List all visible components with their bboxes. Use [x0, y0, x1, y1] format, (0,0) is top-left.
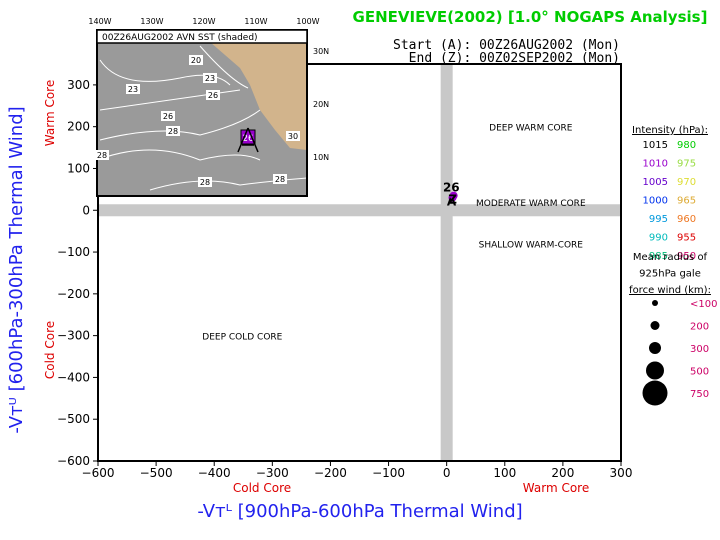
legend-radius-title: force wind (km): [629, 285, 711, 296]
legend-radius-dot [642, 380, 668, 406]
end-label: End (Z): 00Z02SEP2002 (Mon) [409, 51, 620, 66]
quadrant-label: DEEP WARM CORE [489, 124, 573, 134]
x-tick-label: 0 [443, 466, 451, 480]
y-tick-label: 0 [82, 203, 90, 217]
y-tick-label: 100 [67, 161, 90, 175]
x-tick-label: 200 [551, 466, 574, 480]
y-tick-label: −100 [57, 245, 90, 259]
inset-lon-label: 130W [140, 17, 163, 26]
point-label-Z: Z [448, 193, 457, 207]
legend-intensity-value: 1005 [643, 177, 668, 188]
y-tick-label: −200 [57, 287, 90, 301]
y-tick-label: −500 [57, 412, 90, 426]
inset-contour-label: 26 [163, 112, 173, 121]
legend-intensity-value: 1000 [643, 196, 668, 207]
x-tick-label: −600 [82, 466, 115, 480]
legend-intensity-value: 960 [677, 214, 696, 225]
x-warm-core-label: Warm Core [523, 481, 589, 495]
inset-lat-label: 30N [313, 47, 329, 56]
x-tick-label: −100 [372, 466, 405, 480]
legend-intensity-value: 970 [677, 177, 696, 188]
inset-contour-label: 23 [128, 85, 138, 94]
quadrant-label: DEEP COLD CORE [202, 333, 282, 343]
inset-contour-label: 26 [208, 91, 218, 100]
x-cold-core-label: Cold Core [233, 481, 291, 495]
legend-intensity-value: 975 [677, 159, 696, 170]
inset-lon-label: 110W [244, 17, 267, 26]
y-axis-title: -Vᴛᵁ [600hPa-300hPa Thermal Wind] [6, 106, 27, 433]
y-tick-label: 300 [67, 78, 90, 92]
inset-lon-label: 120W [192, 17, 215, 26]
quadrant-label: SHALLOW WARM-CORE [479, 241, 584, 251]
legend-radius-title: Mean radius of [633, 252, 708, 263]
y-tick-label: −600 [57, 454, 90, 468]
x-tick-label: 300 [610, 466, 633, 480]
inset-contour-label: 28 [275, 175, 285, 184]
inset-contour-label: 23 [205, 74, 215, 83]
legend-intensity-value: 995 [649, 214, 668, 225]
legend-intensity-value: 980 [677, 140, 696, 151]
inset-contour-label: 30 [288, 132, 298, 141]
legend-intensity-value: 965 [677, 196, 696, 207]
zero-band-vertical [440, 64, 453, 461]
legend-radius-dot [650, 321, 660, 330]
inset-lat-label: 20N [313, 100, 329, 109]
chart-title: GENEVIEVE(2002) [1.0° NOGAPS Analysis] [353, 8, 708, 26]
y-warm-core-label: Warm Core [43, 80, 57, 146]
legend-radius-label: <100 [690, 299, 717, 310]
y-tick-label: 200 [67, 120, 90, 134]
y-tick-label: −300 [57, 329, 90, 343]
y-cold-core-label: Cold Core [43, 321, 57, 379]
inset-contour-label: 20 [191, 56, 201, 65]
legend-radius-label: 200 [690, 322, 709, 333]
legend-intensity-value: 955 [677, 233, 696, 244]
x-axis-title: -Vᴛᴸ [900hPa-600hPa Thermal Wind] [197, 501, 522, 522]
inset-contour-label: 28 [200, 178, 210, 187]
legend-radius-title: 925hPa gale [639, 269, 701, 280]
legend-intensity-value: 1015 [643, 140, 668, 151]
legend-intensity-value: 1010 [643, 159, 668, 170]
x-tick-label: −500 [140, 466, 173, 480]
x-tick-label: −400 [198, 466, 231, 480]
inset-title: 00Z26AUG2002 AVN SST (shaded) [102, 33, 258, 43]
legend-intensity-title: Intensity (hPa): [632, 125, 708, 136]
legend-radius-dot [652, 300, 658, 306]
legend-radius-label: 300 [690, 344, 709, 355]
legend-radius-dot [646, 361, 664, 380]
cyclone-phase-chart: −600 −500 −400 −300 −200 −100 0 100 200 300−600−5… [6, 8, 717, 522]
legend-radius-label: 500 [690, 367, 709, 378]
legend-intensity-value: 990 [649, 233, 668, 244]
x-tick-label: −300 [256, 466, 289, 480]
y-tick-label: −400 [57, 370, 90, 384]
inset-lon-label: 140W [88, 17, 111, 26]
inset-lon-label: 100W [296, 17, 319, 26]
legend-radius-label: 750 [690, 389, 709, 400]
legend-radius-dot [649, 342, 661, 354]
point-date-label: 26 [443, 180, 460, 194]
inset-contour-label: 28 [97, 151, 107, 160]
x-tick-label: −200 [314, 466, 347, 480]
quadrant-label: MODERATE WARM CORE [476, 199, 586, 209]
inset-contour-label: 28 [168, 127, 178, 136]
inset-lat-label: 10N [313, 153, 329, 162]
x-tick-label: 100 [493, 466, 516, 480]
